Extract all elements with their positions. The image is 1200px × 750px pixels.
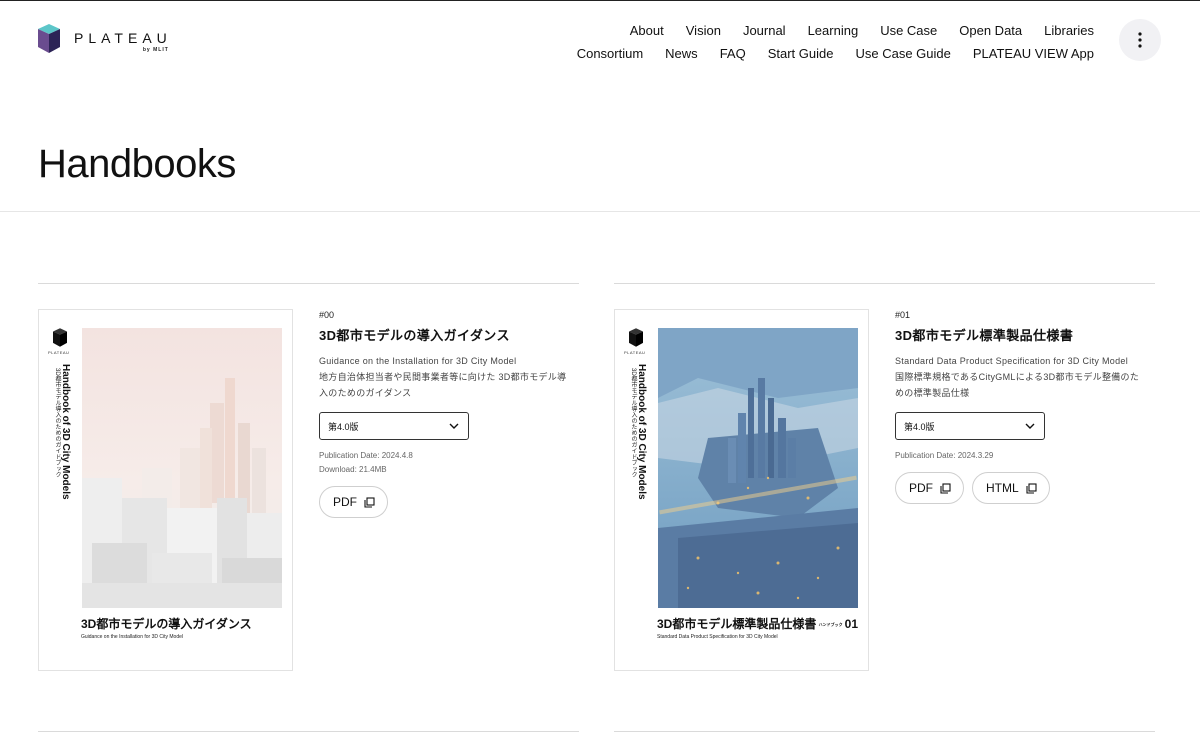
top-border: [0, 0, 1200, 1]
handbook-description: Guidance on the Installation for 3D City…: [319, 353, 569, 401]
chevron-down-icon: [1025, 423, 1035, 429]
nav-start-guide[interactable]: Start Guide: [768, 46, 834, 61]
nav-learning[interactable]: Learning: [808, 23, 859, 38]
handbook-cover-00[interactable]: PLATEAU Handbook of 3D City Models 3D都市モ…: [38, 309, 293, 671]
blue-city-image: [658, 328, 858, 608]
nav-libraries[interactable]: Libraries: [1044, 23, 1094, 38]
copy-window-icon: [364, 496, 375, 508]
pdf-button-label: PDF: [909, 481, 933, 495]
pdf-button-label: PDF: [333, 495, 357, 509]
cover-title: 3D都市モデル標準製品仕様書: [657, 617, 817, 631]
handbook-title[interactable]: 3D都市モデル標準製品仕様書: [895, 325, 1145, 344]
chevron-down-icon: [449, 423, 459, 429]
button-group: PDF HTML: [895, 472, 1145, 504]
version-select-value: 第4.0版: [904, 421, 935, 432]
card-top-divider: [38, 283, 579, 284]
nav-about[interactable]: About: [630, 23, 664, 38]
main-nav: About Vision Journal Learning Use Case O…: [574, 19, 1094, 64]
handbook-card-01: PLATEAU Handbook of 3D City Models 3D都市モ…: [614, 283, 1155, 671]
nav-row-1: About Vision Journal Learning Use Case O…: [574, 19, 1094, 41]
handbook-meta: Publication Date: 2024.3.29: [895, 449, 1145, 463]
plateau-logo[interactable]: PLATEAU by MLIT: [38, 24, 172, 53]
nav-use-case[interactable]: Use Case: [880, 23, 937, 38]
card-top-divider: [614, 283, 1155, 284]
cover-subtitle: Standard Data Product Specification for …: [657, 634, 778, 640]
html-button-label: HTML: [986, 481, 1019, 495]
handbook-number: #00: [319, 310, 335, 320]
description-en: Standard Data Product Specification for …: [895, 356, 1129, 366]
version-select[interactable]: 第4.0版: [895, 412, 1045, 440]
nav-consortium[interactable]: Consortium: [577, 46, 643, 61]
nav-plateau-view-app[interactable]: PLATEAU VIEW App: [973, 46, 1094, 61]
cover-series-label: ハンドブック: [818, 621, 843, 627]
handbook-description: Standard Data Product Specification for …: [895, 353, 1145, 401]
handbook-number: #01: [895, 310, 911, 320]
handbook-info-00: #00 3D都市モデルの導入ガイダンス Guidance on the Inst…: [319, 310, 569, 518]
logo-wordmark: PLATEAU: [74, 30, 172, 46]
nav-open-data[interactable]: Open Data: [959, 23, 1022, 38]
cover-side-subtitle: 3D都市モデル導入のためのガイドブック: [630, 368, 636, 478]
nav-journal[interactable]: Journal: [743, 23, 786, 38]
more-menu-button[interactable]: [1119, 19, 1161, 61]
publication-date: Publication Date: 2024.4.8: [319, 451, 413, 460]
version-select-value: 第4.0版: [328, 421, 359, 432]
nav-use-case-guide[interactable]: Use Case Guide: [855, 46, 950, 61]
cover-logo-text: PLATEAU: [624, 350, 646, 355]
cover-logo-text: PLATEAU: [48, 350, 70, 355]
nav-faq[interactable]: FAQ: [720, 46, 746, 61]
plateau-cube-icon: [629, 328, 643, 347]
card-bottom-divider: [38, 731, 579, 732]
cover-title: 3D都市モデルの導入ガイダンス: [81, 617, 252, 631]
publication-date: Publication Date: 2024.3.29: [895, 451, 994, 460]
description-en: Guidance on the Installation for 3D City…: [319, 356, 517, 366]
page-title: Handbooks: [38, 142, 236, 186]
logo-byline: by MLIT: [142, 47, 169, 53]
white-city-image: [82, 328, 282, 608]
button-group: PDF: [319, 486, 569, 518]
nav-row-2: Consortium News FAQ Start Guide Use Case…: [574, 42, 1094, 64]
handbook-meta: Publication Date: 2024.4.8 Download: 21.…: [319, 449, 569, 477]
plateau-cube-icon: [38, 24, 60, 53]
pdf-button[interactable]: PDF: [895, 472, 964, 504]
version-select[interactable]: 第4.0版: [319, 412, 469, 440]
description-ja: 国際標準規格であるCityGMLによる3D都市モデル整備のための標準製品仕様: [895, 372, 1140, 398]
title-divider: [0, 211, 1200, 212]
html-button[interactable]: HTML: [972, 472, 1050, 504]
handbook-cover-01[interactable]: PLATEAU Handbook of 3D City Models 3D都市モ…: [614, 309, 869, 671]
cover-series-value: 01: [844, 617, 858, 631]
nav-vision[interactable]: Vision: [686, 23, 721, 38]
handbook-title[interactable]: 3D都市モデルの導入ガイダンス: [319, 325, 569, 344]
cover-side-subtitle: 3D都市モデル導入のためのガイドブック: [54, 368, 60, 478]
pdf-button[interactable]: PDF: [319, 486, 388, 518]
cover-series-number: ハンドブック 01: [819, 617, 858, 631]
copy-window-icon: [940, 482, 951, 494]
cover-illustration: [658, 328, 858, 608]
cover-illustration: [82, 328, 282, 608]
handbook-card-00: PLATEAU Handbook of 3D City Models 3D都市モ…: [38, 283, 579, 671]
cover-subtitle: Guidance on the Installation for 3D City…: [81, 634, 183, 640]
nav-news[interactable]: News: [665, 46, 698, 61]
description-ja: 地方自治体担当者や民間事業者等に向けた 3D都市モデル導入のためのガイダンス: [319, 372, 567, 398]
download-size: Download: 21.4MB: [319, 465, 387, 474]
plateau-cube-icon: [53, 328, 67, 347]
more-vertical-icon: [1138, 32, 1142, 48]
card-bottom-divider: [614, 731, 1155, 732]
copy-window-icon: [1026, 482, 1037, 494]
handbook-info-01: #01 3D都市モデル標準製品仕様書 Standard Data Product…: [895, 310, 1145, 504]
